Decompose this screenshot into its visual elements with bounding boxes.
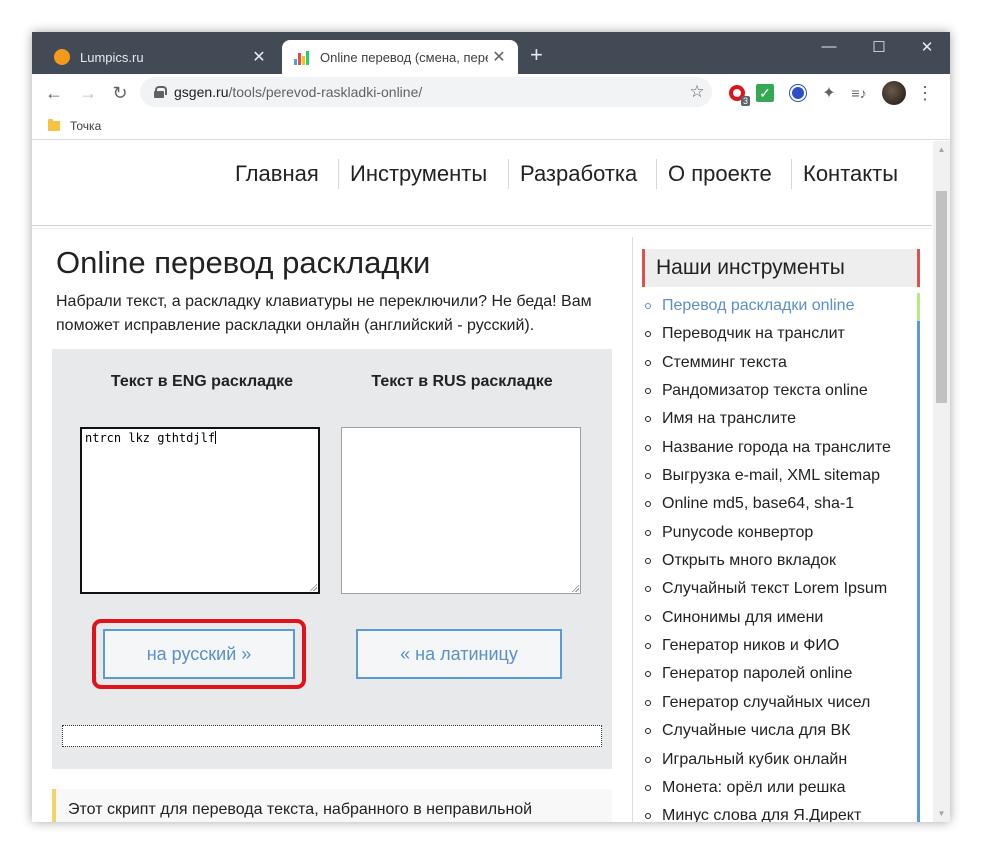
site-navigation: Главная Инструменты Разработка О проекте…	[32, 141, 932, 229]
sidebar-item-open-tabs[interactable]: Открыть много вкладок	[642, 548, 920, 577]
vpn-extension-icon[interactable]	[787, 82, 809, 104]
url-text[interactable]: gsgen.ru/tools/perevod-raskladki-online/	[174, 84, 682, 100]
folder-icon	[48, 118, 60, 131]
clipped-header-text	[52, 141, 312, 143]
url-host: gsgen.ru	[174, 84, 229, 100]
nav-divider	[791, 159, 792, 189]
sidebar-item-password-generator[interactable]: Генератор паролей online	[642, 661, 920, 690]
eng-textarea[interactable]: ntrcn lkz gthtdjlf	[80, 427, 320, 594]
text-caret	[215, 431, 217, 444]
close-icon[interactable]: ✕	[488, 47, 510, 67]
minimize-button[interactable]: —	[814, 38, 844, 55]
info-note: Этот скрипт для перевода текста, набранн…	[52, 789, 612, 822]
nav-divider	[508, 159, 509, 189]
nav-about[interactable]: О проекте	[668, 161, 772, 187]
conversion-tool: Текст в ENG раскладке Текст в RUS раскла…	[52, 349, 612, 769]
info-text: Этот скрипт для перевода текста, набранн…	[68, 801, 533, 818]
sidebar-item-lorem-ipsum[interactable]: Случайный текст Lorem Ipsum	[642, 576, 920, 605]
tab-lumpics[interactable]: Lumpics.ru ✕	[42, 40, 278, 74]
sidebar-item-nick-generator[interactable]: Генератор ников и ФИО	[642, 633, 920, 662]
nav-contacts[interactable]: Контакты	[803, 161, 898, 187]
resize-handle-icon[interactable]	[309, 583, 317, 591]
scroll-down-icon[interactable]: ▼	[933, 805, 950, 822]
sidebar-title: Наши инструменты	[642, 249, 920, 287]
url-path: /tools/perevod-raskladki-online/	[228, 84, 423, 100]
highlight-frame	[92, 619, 306, 689]
sidebar-item-random-numbers[interactable]: Генератор случайных чисел	[642, 689, 920, 719]
nav-development[interactable]: Разработка	[520, 161, 637, 187]
sidebar-item-layout-translate[interactable]: Перевод раскладки online	[642, 293, 920, 322]
maximize-button[interactable]: ☐	[864, 38, 894, 56]
header-divider	[32, 228, 932, 229]
sidebar-item-city-translit[interactable]: Название города на транслите	[642, 434, 920, 464]
tab-gsgen[interactable]: Online перевод (смена, перекл ✕	[282, 40, 518, 74]
forward-button[interactable]: →	[76, 81, 100, 105]
rus-label: Текст в RUS раскладке	[371, 373, 553, 390]
scroll-up-icon[interactable]: ▲	[933, 141, 950, 158]
sidebar-item-name-synonyms[interactable]: Синонимы для имени	[642, 604, 920, 634]
browser-toolbar: ← → ↻ gsgen.ru/tools/perevod-raskladki-o…	[32, 74, 950, 112]
rus-textarea[interactable]	[341, 427, 581, 594]
bookmarks-bar: Точка	[32, 112, 950, 140]
sidebar-item-minus-words[interactable]: Минус слова для Я.Директ	[642, 803, 920, 822]
sidebar-item-email-sitemap[interactable]: Выгрузка e-mail, XML sitemap	[642, 463, 920, 492]
address-bar[interactable]: gsgen.ru/tools/perevod-raskladki-online/…	[140, 77, 712, 107]
sidebar-item-dice[interactable]: Игральный кубик онлайн	[642, 746, 920, 775]
sidebar-item-name-translit[interactable]: Имя на транслите	[642, 406, 920, 435]
opera-extension-icon[interactable]: 3	[726, 82, 750, 106]
scroll-thumb[interactable]	[936, 191, 947, 403]
reload-button[interactable]: ↻	[108, 81, 132, 105]
lumpics-favicon-icon	[54, 49, 70, 65]
sidebar-item-coin[interactable]: Монета: орёл или решка	[642, 774, 920, 804]
page-viewport: Главная Инструменты Разработка О проекте…	[32, 141, 950, 822]
resize-handle-icon[interactable]	[571, 584, 579, 592]
tab-strip: Lumpics.ru ✕ Online перевод (смена, пере…	[32, 32, 950, 74]
new-tab-button[interactable]: +	[530, 44, 543, 66]
avatar[interactable]	[882, 81, 906, 105]
nav-tools[interactable]: Инструменты	[350, 161, 487, 187]
column-divider	[632, 237, 633, 822]
tab-title: Online перевод (смена, перекл	[320, 49, 488, 65]
back-button[interactable]: ←	[42, 81, 66, 105]
sidebar-item-md5[interactable]: Online md5, base64, sha-1	[642, 491, 920, 520]
close-icon[interactable]: ✕	[248, 47, 270, 67]
page-scrollbar[interactable]: ▲ ▼	[933, 141, 950, 822]
nav-home[interactable]: Главная	[235, 161, 319, 187]
result-field	[62, 725, 602, 747]
gsgen-favicon-icon	[294, 49, 310, 65]
bookmark-star-icon[interactable]: ☆	[682, 82, 712, 102]
media-control-icon[interactable]: ≡♪	[848, 82, 870, 104]
sidebar-item-vk-numbers[interactable]: Случайные числа для ВК	[642, 718, 920, 747]
bookmark-tochka[interactable]: Точка	[70, 119, 101, 133]
extension-badge: 3	[740, 96, 750, 106]
nav-divider	[338, 159, 339, 189]
tab-title: Lumpics.ru	[80, 49, 144, 65]
intro-text: Набрали текст, а раскладку клавиатуры не…	[56, 293, 592, 334]
puzzle-extensions-icon[interactable]: ✦	[818, 82, 840, 104]
sidebar-item-translit[interactable]: Переводчик на транслит	[642, 321, 920, 350]
sidebar-item-stemming[interactable]: Стемминг текста	[642, 349, 920, 379]
nav-divider	[656, 159, 657, 189]
eng-label: Текст в ENG раскладке	[110, 373, 294, 390]
lock-icon[interactable]	[154, 86, 167, 98]
sidebar-item-randomizer[interactable]: Рандомизатор текста online	[642, 378, 920, 407]
eng-text-value: ntrcn lkz gthtdjlf	[85, 431, 216, 445]
sidebar-item-punycode[interactable]: Punycode конвертор	[642, 519, 920, 549]
window-close-button[interactable]: ✕	[912, 38, 942, 56]
header-divider	[32, 225, 932, 226]
page-title: Online перевод раскладки	[56, 245, 431, 280]
sidebar-tool-list: Перевод раскладки online Переводчик на т…	[642, 293, 920, 822]
menu-icon[interactable]: ⋮	[914, 82, 936, 104]
browser-window: Lumpics.ru ✕ Online перевод (смена, пере…	[32, 32, 950, 822]
check-extension-icon[interactable]: ✓	[756, 84, 774, 102]
to-latin-button[interactable]: « на латиницу	[356, 629, 562, 679]
